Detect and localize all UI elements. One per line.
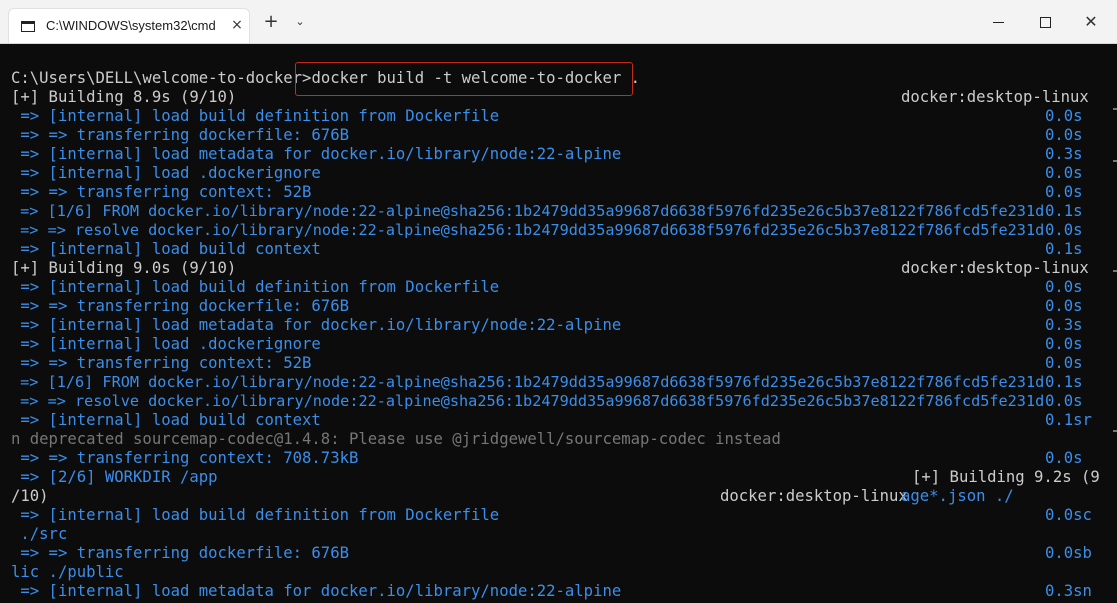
chevron-down-icon[interactable]: ⌄ [290,8,310,36]
log-time: 0.0s [1045,164,1083,182]
build-header: [+] Building 8.9s (9/10) [11,88,236,107]
build-status: [+] Building 9.0s (9/10) [11,259,237,277]
log-line: => => transferring context: 708.73kB [11,449,359,467]
edge-mark [1113,430,1117,432]
log-line: => [internal] load metadata for docker.i… [11,145,622,163]
log-time: 0.3s [1045,145,1083,163]
platform-label: docker:desktop-linux [720,487,908,505]
log-time: 0.1sr [1045,411,1092,429]
log-line: => => transferring dockerfile: 676B [11,126,349,144]
log-time: 0.0s [1045,335,1083,353]
tab-close-icon[interactable]: × [228,16,246,34]
log-line: => => transferring dockerfile: 676B [11,544,349,562]
log-line: => [2/6] WORKDIR /app [11,468,218,486]
log-line: => [internal] load .dockerignore [11,335,321,353]
log-line: => [internal] load build definition from… [11,107,500,125]
log-time: 0.0s [1045,392,1083,410]
build-header: [+] Building 9.0s (9/10) [11,259,236,278]
log-line: => => resolve docker.io/library/node:22-… [11,221,1045,239]
log-line: => [internal] load build definition from… [11,278,500,296]
log-line: => [1/6] FROM docker.io/library/node:22-… [11,373,1045,391]
log-time: 0.0s [1045,354,1083,372]
log-time: 0.3s [1045,316,1083,334]
prompt-path: C:\Users\DELL\welcome-to-docker> [11,69,312,87]
log-line: => => transferring context: 52B [11,354,312,372]
log-time: 0.1s [1045,202,1083,220]
command-highlight-box [295,62,633,96]
log-time: 0.0sb [1045,544,1092,562]
log-time: 0.0sc [1045,506,1092,524]
title-bar: C:\WINDOWS\system32\cmd.e × + ⌄ ✕ [0,0,1117,44]
log-time: 0.0s [1045,183,1083,201]
tab-cmd[interactable]: C:\WINDOWS\system32\cmd.e × [8,8,250,43]
new-tab-button[interactable]: + [259,8,283,36]
log-line: => [internal] load .dockerignore [11,164,321,182]
maximize-button[interactable] [1032,8,1058,36]
log-fragment: lic ./public [11,563,124,581]
log-line: => [1/6] FROM docker.io/library/node:22-… [11,202,1045,220]
log-line: => => transferring context: 52B [11,183,312,201]
minimize-icon [992,22,1004,23]
log-line: => [internal] load metadata for docker.i… [11,582,622,600]
log-time: 0.0s [1045,278,1083,296]
log-line: => [internal] load build context [11,240,321,258]
terminal-output[interactable]: C:\Users\DELL\welcome-to-docker>docker b… [0,44,1117,603]
platform-label: docker:desktop-linux [901,259,1089,277]
log-line: => => transferring dockerfile: 676B [11,297,349,315]
log-fragment: ./src [11,525,68,543]
log-time: 0.0s [1045,126,1083,144]
log-line: => => resolve docker.io/library/node:22-… [11,392,1045,410]
log-line: => [internal] load metadata for docker.i… [11,316,622,334]
terminal-icon [21,21,35,32]
log-time: 0.3sn [1045,582,1092,600]
deprecation-warning: n deprecated sourcemap-codec@1.4.8: Plea… [11,430,781,448]
tab-title: C:\WINDOWS\system32\cmd.e [46,18,216,33]
log-time: 0.0s [1045,107,1083,125]
log-time: 0.0s [1045,221,1083,239]
platform-label: docker:desktop-linux [901,88,1089,106]
build-status: [+] Building 9.2s (9 [912,468,1100,486]
maximize-icon [1039,17,1051,28]
log-line: => [internal] load build definition from… [11,506,500,524]
log-line: => [internal] load build context [11,411,321,429]
log-time: 0.0s [1045,297,1083,315]
log-fragment: age*.json ./ [901,487,1014,505]
build-status-continued: /10) [11,487,49,505]
log-time: 0.1s [1045,240,1083,258]
edge-mark [1113,270,1117,272]
build-status: [+] Building 8.9s (9/10) [11,88,237,106]
edge-mark [1113,108,1117,110]
log-time: 0.0s [1045,449,1083,467]
minimize-button[interactable] [985,8,1011,36]
close-button[interactable]: ✕ [1078,8,1104,36]
log-time: 0.1s [1045,373,1083,391]
edge-mark [1113,160,1117,162]
